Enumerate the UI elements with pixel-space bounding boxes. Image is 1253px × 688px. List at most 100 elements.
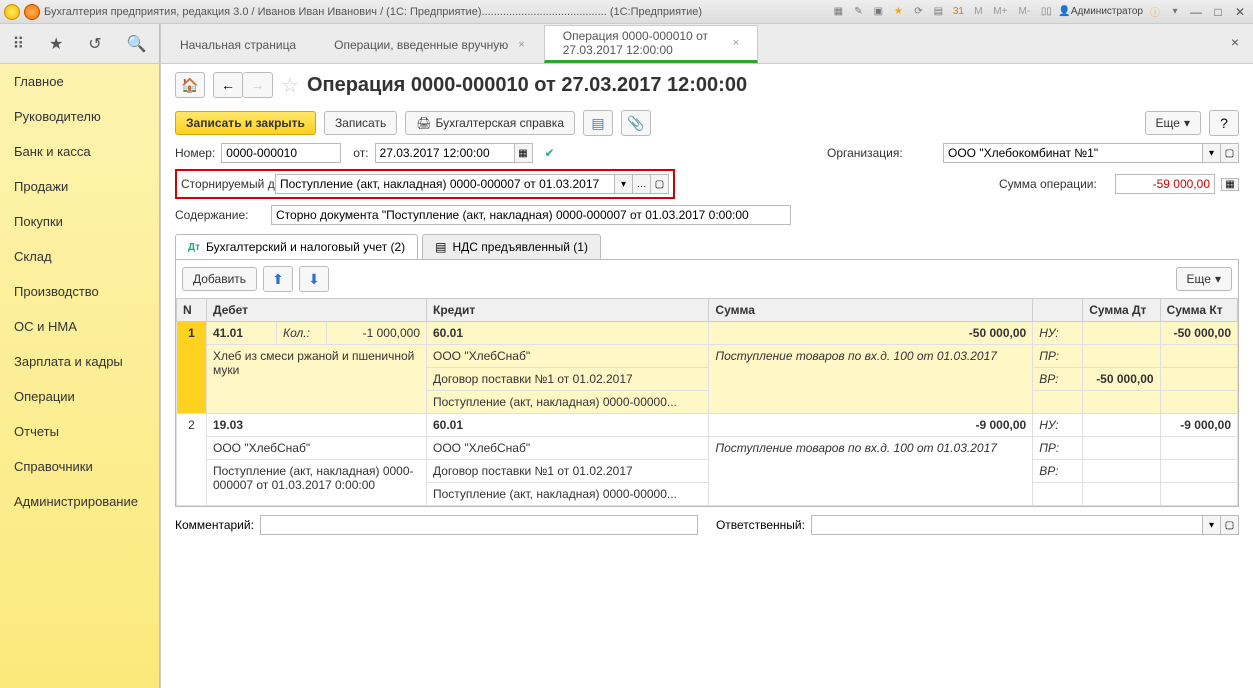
desc-label: Содержание: [175, 208, 265, 222]
panel-icon[interactable]: ▯▯ [1038, 4, 1054, 20]
app-orb-2 [24, 4, 40, 20]
move-down-button[interactable]: ⬇ [299, 266, 329, 292]
m-button[interactable]: M [970, 4, 986, 20]
sum-field[interactable]: -59 000,00 [1115, 174, 1215, 194]
maximize-button[interactable]: □ [1209, 4, 1227, 20]
storno-value: Поступление (акт, накладная) 0000-000007… [275, 174, 615, 194]
tool-icon[interactable]: ⟳ [910, 4, 926, 20]
table-row[interactable]: 1 41.01 Кол.: -1 000,000 60.01 -50 000,0… [177, 322, 1238, 345]
date-field[interactable]: 27.03.2017 12:00:00 ▦ [375, 143, 533, 163]
home-button[interactable]: 🏠 [175, 72, 205, 98]
search-icon[interactable]: 🔍 [127, 34, 147, 54]
print-button[interactable]: 🖨Бухгалтерская справка [405, 111, 575, 135]
back-button[interactable]: ← [213, 72, 243, 98]
table-header-row: N Дебет Кредит Сумма Сумма Дт Сумма Кт [177, 299, 1238, 322]
sidebar-item[interactable]: Банк и касса [0, 134, 159, 169]
doc-icon-button[interactable]: ▤ [583, 110, 613, 136]
comment-field[interactable] [260, 515, 698, 535]
sidebar-item[interactable]: Покупки [0, 204, 159, 239]
th-debit[interactable]: Дебет [207, 299, 427, 322]
desc-field[interactable]: Сторно документа "Поступление (акт, накл… [271, 205, 791, 225]
calendar-icon[interactable]: ▦ [515, 143, 533, 163]
th-sum-dt[interactable]: Сумма Дт [1083, 299, 1160, 322]
save-close-button[interactable]: Записать и закрыть [175, 111, 316, 135]
close-icon[interactable]: × [518, 39, 524, 51]
table-subrow[interactable]: Хлеб из смеси ржаной и пшеничной муки ОО… [177, 345, 1238, 368]
dropdown-icon[interactable]: ▾ [1203, 515, 1221, 535]
tab-current[interactable]: Операция 0000-000010 от 27.03.2017 12:00… [544, 25, 758, 63]
star-icon[interactable]: ★ [890, 4, 906, 20]
sidebar-item[interactable]: Продажи [0, 169, 159, 204]
info-icon[interactable]: ⓘ [1147, 4, 1163, 20]
calc-icon[interactable]: ▤ [930, 4, 946, 20]
credit-subconto: Поступление (акт, накладная) 0000-00000.… [427, 391, 709, 414]
tab-vat[interactable]: ▤ НДС предъявленный (1) [422, 234, 601, 259]
th-sum[interactable]: Сумма [709, 299, 1033, 322]
open-icon[interactable]: ▢ [1221, 143, 1239, 163]
th-blank[interactable] [1033, 299, 1083, 322]
select-icon[interactable]: … [633, 174, 651, 194]
m-minus-button[interactable]: M- [1014, 4, 1034, 20]
dropdown-icon[interactable]: ▾ [1167, 4, 1183, 20]
sidebar-item[interactable]: Отчеты [0, 414, 159, 449]
dropdown-icon[interactable]: ▾ [615, 174, 633, 194]
apps-icon[interactable]: ⠿ [12, 34, 24, 54]
more-button[interactable]: Еще ▾ [1145, 111, 1201, 135]
main-tabs: Начальная страница Операции, введенные в… [161, 24, 1253, 64]
number-field[interactable]: 0000-000010 [221, 143, 341, 163]
open-icon[interactable]: ▢ [1221, 515, 1239, 535]
titlebar-icons: ▦ ✎ ▣ ★ ⟳ ▤ 31 M M+ M- ▯▯ 👤 Администрато… [830, 4, 1249, 20]
user-badge[interactable]: 👤 Администратор [1058, 4, 1143, 20]
tool-icon[interactable]: ✎ [850, 4, 866, 20]
star-icon[interactable]: ☆ [281, 73, 299, 98]
m-plus-button[interactable]: M+ [990, 4, 1010, 20]
tool-icon[interactable]: ▣ [870, 4, 886, 20]
calendar-icon[interactable]: 31 [950, 4, 966, 20]
calc-icon[interactable]: ▦ [1221, 178, 1239, 191]
favorite-icon[interactable]: ★ [49, 34, 63, 54]
table-row[interactable]: 2 19.03 60.01 -9 000,00 НУ: -9 000,00 [177, 414, 1238, 437]
sidebar-item[interactable]: Склад [0, 239, 159, 274]
open-icon[interactable]: ▢ [651, 174, 669, 194]
tab-accounting[interactable]: Дт Бухгалтерский и налоговый учет (2) [175, 234, 418, 259]
page-close-button[interactable]: × [1231, 34, 1239, 50]
close-icon[interactable]: × [733, 37, 739, 49]
from-label: от: [353, 146, 368, 160]
history-icon[interactable]: ↺ [88, 34, 101, 54]
dropdown-icon[interactable]: ▾ [1203, 143, 1221, 163]
sidebar-item[interactable]: Производство [0, 274, 159, 309]
sidebar-item[interactable]: Руководителю [0, 99, 159, 134]
close-button[interactable]: ✕ [1231, 4, 1249, 20]
forward-button[interactable]: → [243, 72, 273, 98]
th-sum-kt[interactable]: Сумма Кт [1160, 299, 1237, 322]
tab-operations[interactable]: Операции, введенные вручную× [315, 25, 544, 63]
th-n[interactable]: N [177, 299, 207, 322]
responsible-field[interactable]: ▾ ▢ [811, 515, 1239, 535]
storno-field[interactable]: Поступление (акт, накладная) 0000-000007… [275, 174, 669, 194]
org-value: ООО "Хлебокомбинат №1" [943, 143, 1203, 163]
sidebar-item[interactable]: Зарплата и кадры [0, 344, 159, 379]
attach-button[interactable]: 📎 [621, 110, 651, 136]
th-credit[interactable]: Кредит [427, 299, 709, 322]
form-row-storno: Сторнируемый документ: Поступление (акт,… [161, 166, 1253, 202]
credit-subconto: Поступление (акт, накладная) 0000-00000.… [427, 483, 709, 506]
table-subrow[interactable]: Поступление (акт, накладная) 0000-000007… [177, 460, 1238, 483]
help-button[interactable]: ? [1209, 110, 1239, 136]
save-button[interactable]: Записать [324, 111, 397, 135]
move-up-button[interactable]: ⬆ [263, 266, 293, 292]
table-subrow[interactable]: ООО "ХлебСнаб" ООО "ХлебСнаб" Поступлени… [177, 437, 1238, 460]
sidebar-item[interactable]: Администрирование [0, 484, 159, 519]
sidebar-item[interactable]: Главное [0, 64, 159, 99]
table-container: Добавить ⬆ ⬇ Еще ▾ N Дебет Кредит Сумма … [175, 259, 1239, 507]
table-more-button[interactable]: Еще ▾ [1176, 267, 1232, 291]
tool-icon[interactable]: ▦ [830, 4, 846, 20]
du-label: НУ: [1033, 322, 1083, 345]
sidebar-item[interactable]: Операции [0, 379, 159, 414]
sidebar-item[interactable]: ОС и НМА [0, 309, 159, 344]
row-number: 2 [177, 414, 207, 506]
org-field[interactable]: ООО "Хлебокомбинат №1" ▾ ▢ [943, 143, 1239, 163]
add-button[interactable]: Добавить [182, 267, 257, 291]
tab-start[interactable]: Начальная страница [161, 25, 315, 63]
minimize-button[interactable]: — [1187, 4, 1205, 20]
sidebar-item[interactable]: Справочники [0, 449, 159, 484]
